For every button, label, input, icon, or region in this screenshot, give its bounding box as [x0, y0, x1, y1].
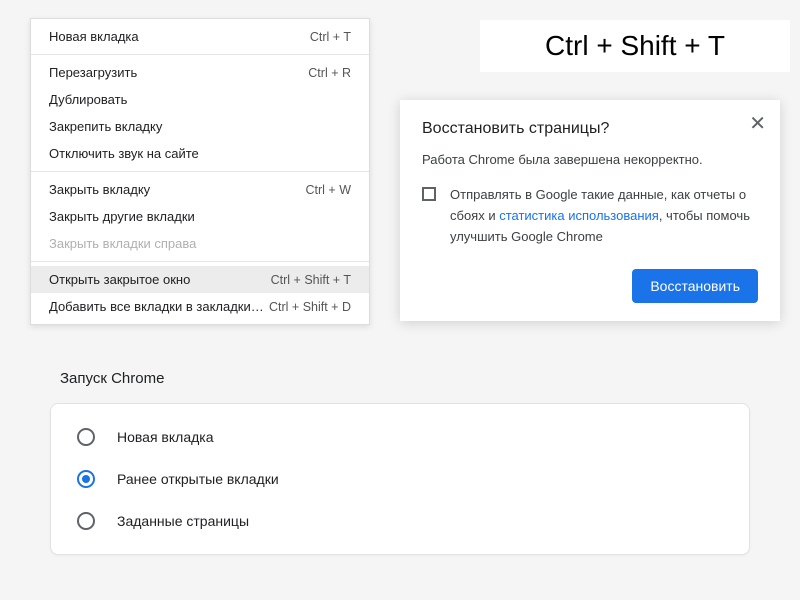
radio-label: Заданные страницы — [117, 513, 249, 529]
menu-label: Закрепить вкладку — [49, 119, 162, 134]
radio-label: Ранее открытые вкладки — [117, 471, 279, 487]
menu-label: Перезагрузить — [49, 65, 137, 80]
dialog-checkbox-row[interactable]: Отправлять в Google такие данные, как от… — [422, 185, 758, 247]
restore-button[interactable]: Восстановить — [632, 269, 758, 303]
startup-option-specific-pages[interactable]: Заданные страницы — [51, 500, 749, 542]
restore-pages-dialog: ✕ Восстановить страницы? Работа Chrome б… — [400, 100, 780, 321]
menu-shortcut: Ctrl + Shift + T — [271, 273, 351, 287]
dialog-subtitle: Работа Chrome была завершена некорректно… — [422, 152, 758, 167]
menu-item-close-tab[interactable]: Закрыть вкладку Ctrl + W — [31, 176, 369, 203]
menu-label: Закрыть другие вкладки — [49, 209, 195, 224]
menu-section: Перезагрузить Ctrl + R Дублировать Закре… — [31, 55, 369, 172]
menu-item-duplicate[interactable]: Дублировать — [31, 86, 369, 113]
settings-card: Новая вкладка Ранее открытые вкладки Зад… — [50, 403, 750, 555]
shortcut-display: Ctrl + Shift + T — [480, 20, 790, 72]
menu-label: Отключить звук на сайте — [49, 146, 199, 161]
startup-option-new-tab[interactable]: Новая вкладка — [51, 416, 749, 458]
checkbox-icon[interactable] — [422, 187, 436, 201]
menu-section: Новая вкладка Ctrl + T — [31, 19, 369, 55]
startup-option-continue[interactable]: Ранее открытые вкладки — [51, 458, 749, 500]
dialog-actions: Восстановить — [422, 269, 758, 303]
menu-section: Закрыть вкладку Ctrl + W Закрыть другие … — [31, 172, 369, 262]
menu-section: Открыть закрытое окно Ctrl + Shift + T Д… — [31, 262, 369, 324]
close-icon[interactable]: ✕ — [749, 114, 766, 134]
menu-label: Дублировать — [49, 92, 127, 107]
menu-item-reopen-closed-window[interactable]: Открыть закрытое окно Ctrl + Shift + T — [31, 266, 369, 293]
menu-shortcut: Ctrl + Shift + D — [269, 300, 351, 314]
radio-icon[interactable] — [77, 512, 95, 530]
radio-icon[interactable] — [77, 470, 95, 488]
settings-heading: Запуск Chrome — [60, 370, 750, 387]
tab-context-menu: Новая вкладка Ctrl + T Перезагрузить Ctr… — [30, 18, 370, 325]
menu-item-bookmark-all-tabs[interactable]: Добавить все вкладки в закладки… Ctrl + … — [31, 293, 369, 320]
dialog-title: Восстановить страницы? — [422, 120, 758, 138]
menu-label: Открыть закрытое окно — [49, 272, 190, 287]
menu-label: Новая вкладка — [49, 29, 139, 44]
menu-shortcut: Ctrl + W — [306, 183, 351, 197]
radio-label: Новая вкладка — [117, 429, 214, 445]
menu-item-close-tabs-right: Закрыть вкладки справа — [31, 230, 369, 257]
menu-item-reload[interactable]: Перезагрузить Ctrl + R — [31, 59, 369, 86]
menu-item-mute-site[interactable]: Отключить звук на сайте — [31, 140, 369, 167]
menu-item-pin-tab[interactable]: Закрепить вкладку — [31, 113, 369, 140]
menu-shortcut: Ctrl + T — [310, 30, 351, 44]
menu-label: Закрыть вкладку — [49, 182, 150, 197]
menu-item-new-tab[interactable]: Новая вкладка Ctrl + T — [31, 23, 369, 50]
menu-shortcut: Ctrl + R — [308, 66, 351, 80]
menu-label: Добавить все вкладки в закладки… — [49, 299, 264, 314]
menu-item-close-other-tabs[interactable]: Закрыть другие вкладки — [31, 203, 369, 230]
menu-label: Закрыть вкладки справа — [49, 236, 196, 251]
startup-settings: Запуск Chrome Новая вкладка Ранее открыт… — [50, 370, 750, 555]
checkbox-label: Отправлять в Google такие данные, как от… — [450, 185, 758, 247]
radio-icon[interactable] — [77, 428, 95, 446]
usage-stats-link[interactable]: статистика использования — [499, 208, 659, 223]
